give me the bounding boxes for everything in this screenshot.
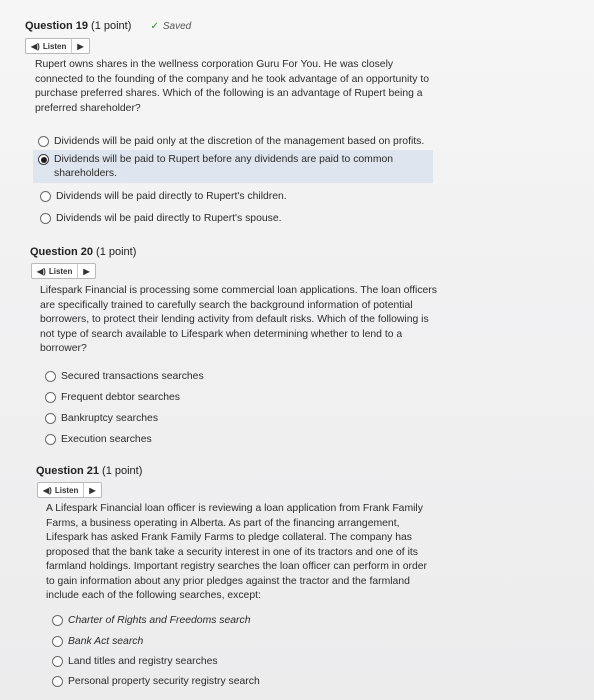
q21-option-3[interactable]: Land titles and registry searches (52, 655, 218, 669)
radio-button[interactable] (52, 676, 63, 687)
question-21-stem: A Lifespark Financial loan officer is re… (46, 503, 427, 601)
saved-status: ✓ Saved (150, 21, 192, 32)
q19-option-1[interactable]: Dividends will be paid only at the discr… (38, 135, 438, 149)
q19-option-2[interactable]: Dividends will be paid to Rupert before … (38, 153, 418, 181)
radio-button[interactable] (45, 392, 56, 403)
listen-button[interactable]: ◀︎) Listen (26, 39, 73, 53)
q20-option-3[interactable]: Bankruptcy searches (45, 412, 158, 426)
play-icon[interactable]: ▶ (84, 483, 100, 497)
listen-control: ◀︎) Listen ▶ (25, 38, 90, 54)
listen-control: ◀︎) Listen ▶ (37, 482, 102, 498)
radio-button[interactable] (52, 615, 63, 626)
q20-option-1[interactable]: Secured transactions searches (45, 370, 204, 384)
q20-option-4[interactable]: Execution searches (45, 433, 152, 447)
listen-button[interactable]: ◀︎) Listen (38, 483, 85, 497)
question-points: (1 point) (96, 246, 137, 258)
radio-button[interactable] (45, 371, 56, 382)
question-title: Question 19 (25, 20, 88, 32)
listen-control: ◀︎) Listen ▶ (31, 263, 96, 279)
speaker-icon: ◀︎) (31, 41, 40, 51)
question-points: (1 point) (91, 20, 132, 32)
question-21-heading: Question 21 (1 point) (36, 465, 142, 477)
q20-option-2[interactable]: Frequent debtor searches (45, 391, 180, 405)
radio-button[interactable] (38, 136, 49, 147)
speaker-icon: ◀︎) (43, 485, 52, 495)
radio-button[interactable] (40, 191, 51, 202)
listen-button[interactable]: ◀︎) Listen (32, 264, 79, 278)
radio-button-selected[interactable] (38, 154, 49, 165)
q19-option-3[interactable]: Dividends will be paid directly to Ruper… (40, 190, 420, 204)
radio-button[interactable] (52, 636, 63, 647)
play-icon[interactable]: ▶ (78, 264, 94, 278)
q21-option-4[interactable]: Personal property security registry sear… (52, 675, 260, 689)
q21-option-2[interactable]: Bank Act search (52, 635, 143, 649)
question-title: Question 20 (30, 246, 93, 258)
q19-option-4[interactable]: Dividends wil be paid directly to Rupert… (40, 212, 420, 226)
radio-button[interactable] (45, 413, 56, 424)
q21-option-1[interactable]: Charter of Rights and Freedoms search (52, 614, 251, 628)
question-title: Question 21 (36, 465, 99, 477)
radio-button[interactable] (52, 656, 63, 667)
question-points: (1 point) (102, 465, 143, 477)
check-icon: ✓ (150, 21, 159, 32)
quiz-page: Question 19 (1 point) ✓ Saved ◀︎) Listen ▶… (0, 0, 594, 700)
question-20-heading: Question 20 (1 point) (30, 246, 136, 258)
radio-button[interactable] (40, 213, 51, 224)
speaker-icon: ◀︎) (37, 266, 46, 276)
radio-button[interactable] (45, 434, 56, 445)
question-19-heading: Question 19 (1 point) ✓ Saved (25, 20, 191, 32)
question-20-stem: Lifespark Financial is processing some c… (40, 285, 437, 354)
question-19-stem: Rupert owns shares in the wellness corpo… (35, 59, 429, 114)
play-icon[interactable]: ▶ (72, 39, 88, 53)
